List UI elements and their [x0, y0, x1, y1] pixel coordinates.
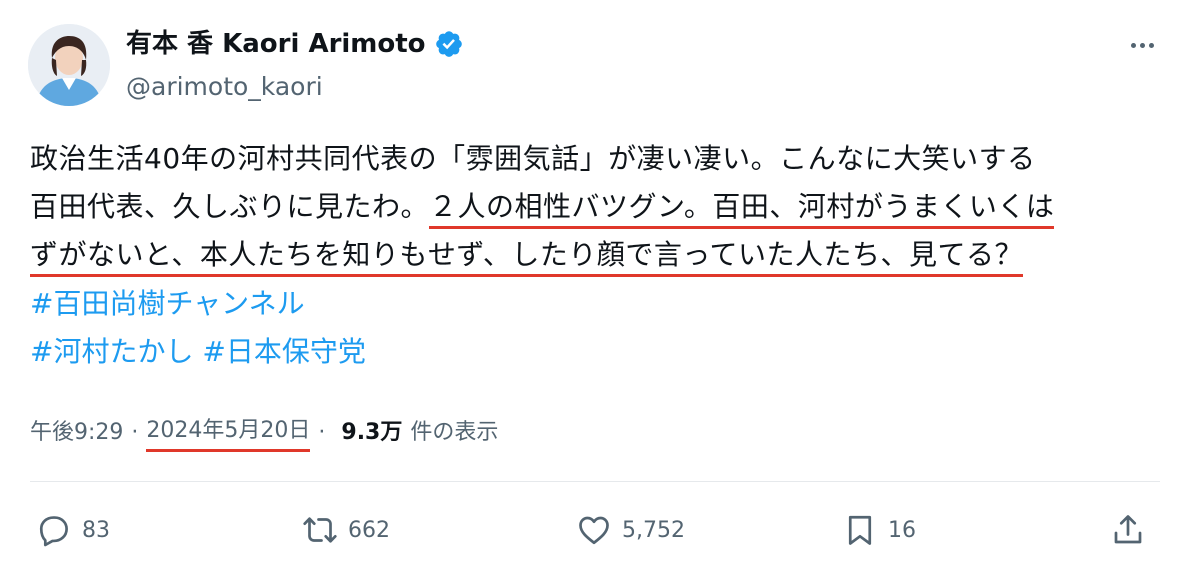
author-name[interactable]: 有本 香 Kaori Arimoto	[126, 26, 426, 62]
tweet-card: 有本 香 Kaori Arimoto @arimoto_kaori 政治生活40…	[0, 0, 1190, 574]
reply-button[interactable]: 83	[36, 510, 110, 550]
reply-icon	[39, 516, 68, 547]
hashtag-line: #百田尚樹チャンネル	[30, 280, 366, 328]
retweet-button[interactable]: 662	[302, 510, 390, 550]
tweet-meta: 午後9:29 · 2024年5月20日 · 9.3万 件の表示	[30, 414, 498, 452]
hashtag-link[interactable]: #百田尚樹チャンネル	[30, 287, 305, 320]
hashtags: #百田尚樹チャンネル #河村たかし #日本保守党	[30, 280, 366, 376]
verified-badge-icon	[435, 31, 462, 57]
tweet-text-line: ずがないと、本人たちを知りもせず、したり顔で言っていた人たち、見てる？	[30, 231, 1170, 279]
reply-count: 83	[82, 517, 110, 543]
tweet-time[interactable]: 午後9:29	[30, 416, 123, 450]
underlined-text: ずがないと、本人たちを知りもせず、したり顔で言っていた人たち、見てる？	[30, 238, 1024, 277]
bookmark-button[interactable]: 16	[842, 510, 916, 550]
more-icon[interactable]	[1124, 30, 1160, 60]
share-button[interactable]	[1110, 510, 1146, 550]
tweet-text: 政治生活40年の河村共同代表の「雰囲気話」が凄い凄い。こんなに大笑いする 百田代…	[30, 135, 1170, 279]
like-count: 5,752	[622, 517, 685, 543]
like-button[interactable]: 5,752	[576, 510, 685, 550]
bookmark-icon	[848, 515, 872, 545]
more-dot	[1130, 42, 1136, 48]
avatar[interactable]	[28, 24, 110, 106]
author-name-row: 有本 香 Kaori Arimoto	[126, 26, 464, 62]
view-count-label: 件の表示	[410, 420, 499, 445]
view-count: 9.3万	[341, 420, 403, 445]
underlined-text: ２人の相性バツグン。百田、河村がうまくいくは	[429, 190, 1055, 229]
hashtag-link[interactable]: #日本保守党	[202, 335, 365, 368]
meta-separator: ·	[131, 420, 139, 445]
avatar-image	[28, 24, 110, 106]
tweet-text-segment: 百田代表、久しぶりに見たわ。	[30, 190, 430, 223]
hashtag-line: #河村たかし #日本保守党	[30, 328, 366, 376]
bookmark-count: 16	[888, 517, 916, 543]
tweet-date[interactable]: 2024年5月20日	[146, 414, 311, 452]
share-icon	[1114, 515, 1142, 544]
hashtag-link[interactable]: #河村たかし	[30, 335, 193, 368]
like-icon	[579, 516, 609, 545]
retweet-count: 662	[348, 517, 390, 543]
meta-separator: ·	[318, 420, 326, 445]
tweet-text-line: 政治生活40年の河村共同代表の「雰囲気話」が凄い凄い。こんなに大笑いする	[30, 142, 1036, 175]
more-dot	[1148, 42, 1154, 48]
divider	[30, 481, 1160, 482]
author-handle[interactable]: @arimoto_kaori	[126, 70, 323, 104]
retweet-icon	[303, 517, 337, 543]
more-dot	[1139, 42, 1145, 48]
tweet-text-line: 百田代表、久しぶりに見たわ。２人の相性バツグン。百田、河村がうまくいくは	[30, 183, 1170, 231]
